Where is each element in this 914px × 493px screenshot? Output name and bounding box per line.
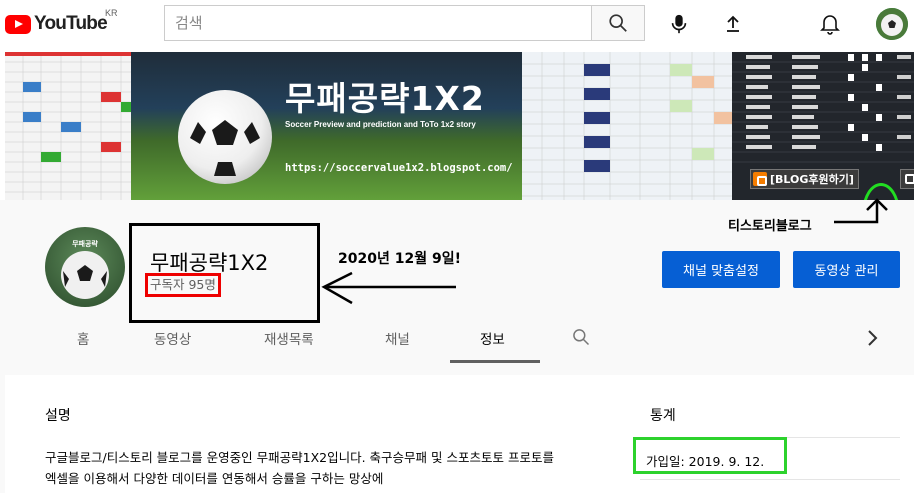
customize-channel-button[interactable]: 채널 맞춤설정: [662, 251, 780, 288]
search-icon: [609, 14, 627, 32]
youtube-play-icon: [5, 14, 31, 34]
spreadsheet-image-left: [5, 52, 140, 200]
search-icon: [573, 329, 590, 346]
search-button[interactable]: [591, 5, 645, 41]
channel-banner: 무패공략1X2 Soccer Preview and prediction an…: [5, 52, 914, 200]
blog-support-button-secondary[interactable]: [900, 169, 914, 189]
channel-tabs: 홈 동영상 재생목록 채널 정보: [0, 318, 914, 363]
stats-divider-bottom: [640, 479, 900, 480]
upload-button[interactable]: [717, 8, 749, 40]
top-bar: YouTube KR: [0, 0, 914, 48]
tabs-scroll-next-button[interactable]: [864, 328, 880, 352]
search-box: [164, 5, 591, 41]
description-text: 구글블로그/티스토리 블로그를 운영중인 무패공략1X2입니다. 축구승무패 및…: [45, 450, 554, 486]
stats-heading: 통계: [650, 408, 676, 424]
chevron-right-icon: [868, 330, 878, 346]
annotation-arrow-up-icon: [834, 198, 888, 224]
soccer-ball-icon: [876, 8, 908, 40]
blog-support-label: [BLOG후원하기]: [770, 173, 854, 186]
manage-videos-button[interactable]: 동영상 관리: [793, 251, 900, 288]
blogger-icon: [753, 172, 767, 186]
joined-date: 가입일: 2019. 9. 12.: [646, 454, 765, 469]
tab-channels[interactable]: 채널: [385, 328, 410, 348]
banner-title: 무패공략1X2: [285, 79, 485, 118]
channel-avatar: 무패공략: [45, 227, 125, 307]
spreadsheet-image-right: [522, 52, 737, 200]
soccer-ball-image: [178, 90, 272, 184]
tab-about[interactable]: 정보: [480, 328, 505, 348]
account-avatar[interactable]: [876, 8, 908, 40]
tab-playlists[interactable]: 재생목록: [264, 328, 314, 348]
upload-icon: [727, 15, 739, 32]
notifications-button[interactable]: [814, 8, 846, 40]
blog-support-button[interactable]: [BLOG후원하기]: [750, 169, 859, 189]
youtube-logo[interactable]: YouTube KR: [5, 8, 118, 36]
logo-region: KR: [105, 8, 118, 18]
voice-search-button[interactable]: [663, 8, 695, 40]
logo-text: YouTube: [34, 13, 108, 34]
annotation-tistory-label: 티스토리블로그: [728, 219, 812, 234]
banner-url: https://soccervalue1x2.blogspot.com/: [285, 162, 513, 174]
bell-icon: [820, 15, 840, 35]
youtube-channel-page: YouTube KR 검색 무패공략1X2 Soccer Preview and…: [0, 0, 914, 493]
annotation-arrow-left-icon: [321, 271, 456, 305]
annotation-date: 2020년 12월 9일!: [338, 251, 461, 267]
microphone-icon: [671, 14, 687, 34]
search-input[interactable]: [165, 6, 591, 40]
subscriber-count: 구독자 95명: [145, 273, 221, 297]
tab-videos[interactable]: 동영상: [154, 328, 191, 348]
tab-home[interactable]: 홈: [77, 328, 89, 348]
description-heading: 설명: [45, 408, 71, 424]
tab-search-button[interactable]: [571, 327, 591, 351]
banner-subtitle: Soccer Preview and prediction and ToTo 1…: [285, 120, 476, 129]
